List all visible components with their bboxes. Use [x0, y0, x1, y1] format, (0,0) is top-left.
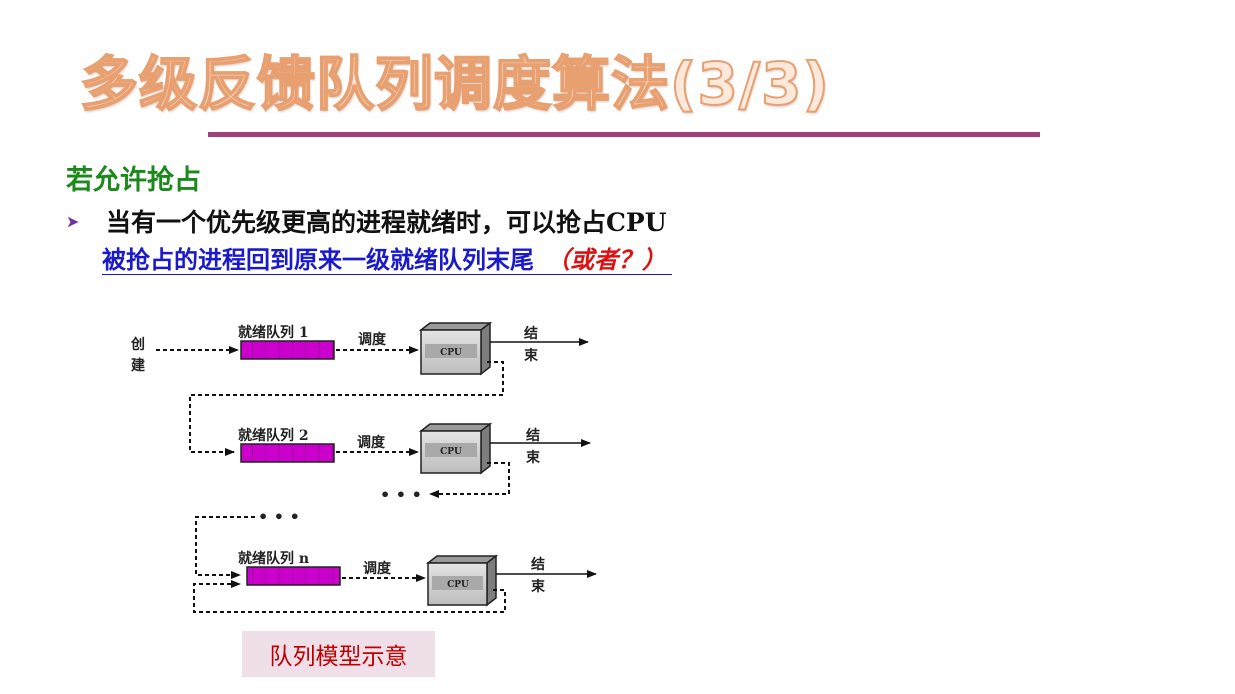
ellipsis-right: • • • — [380, 485, 422, 504]
dispatch-label-1: 调度 — [358, 331, 387, 348]
cpu-box-n: CPU — [425, 554, 499, 607]
cpu-box-2: CPU — [418, 422, 493, 475]
ellipsis-left: • • • — [258, 507, 300, 526]
end-label-1a: 结 — [524, 325, 538, 342]
diagram-caption: 队列模型示意 — [242, 631, 435, 677]
end-label-nb: 束 — [531, 578, 546, 595]
queue1-label: 就绪队列 1 — [238, 324, 309, 341]
cpu-label-2: CPU — [440, 447, 462, 457]
end-label-2b: 束 — [526, 449, 541, 466]
create-label-2: 建 — [131, 357, 145, 374]
cpu-box-1: CPU — [418, 321, 493, 376]
end-label-na: 结 — [531, 556, 545, 573]
end-label-2a: 结 — [526, 427, 540, 444]
queue2-bar — [240, 443, 335, 463]
end-label-1b: 束 — [524, 347, 539, 364]
queue2-label: 就绪队列 2 — [238, 427, 309, 444]
create-label-1: 创 — [130, 336, 145, 353]
dispatch-label-n: 调度 — [363, 560, 392, 577]
queuen-bar — [246, 566, 341, 586]
cpu-label-1: CPU — [440, 348, 462, 358]
queue1-bar — [240, 340, 335, 360]
queuen-label: 就绪队列 n — [238, 550, 309, 567]
cpu-label-n: CPU — [447, 580, 469, 590]
queue-model-diagram: 创 建 就绪队列 1 调度 CPU 结 束 就绪队列 2 调度 CPU 结 束 … — [130, 321, 597, 613]
dispatch-label-2: 调度 — [357, 434, 386, 451]
